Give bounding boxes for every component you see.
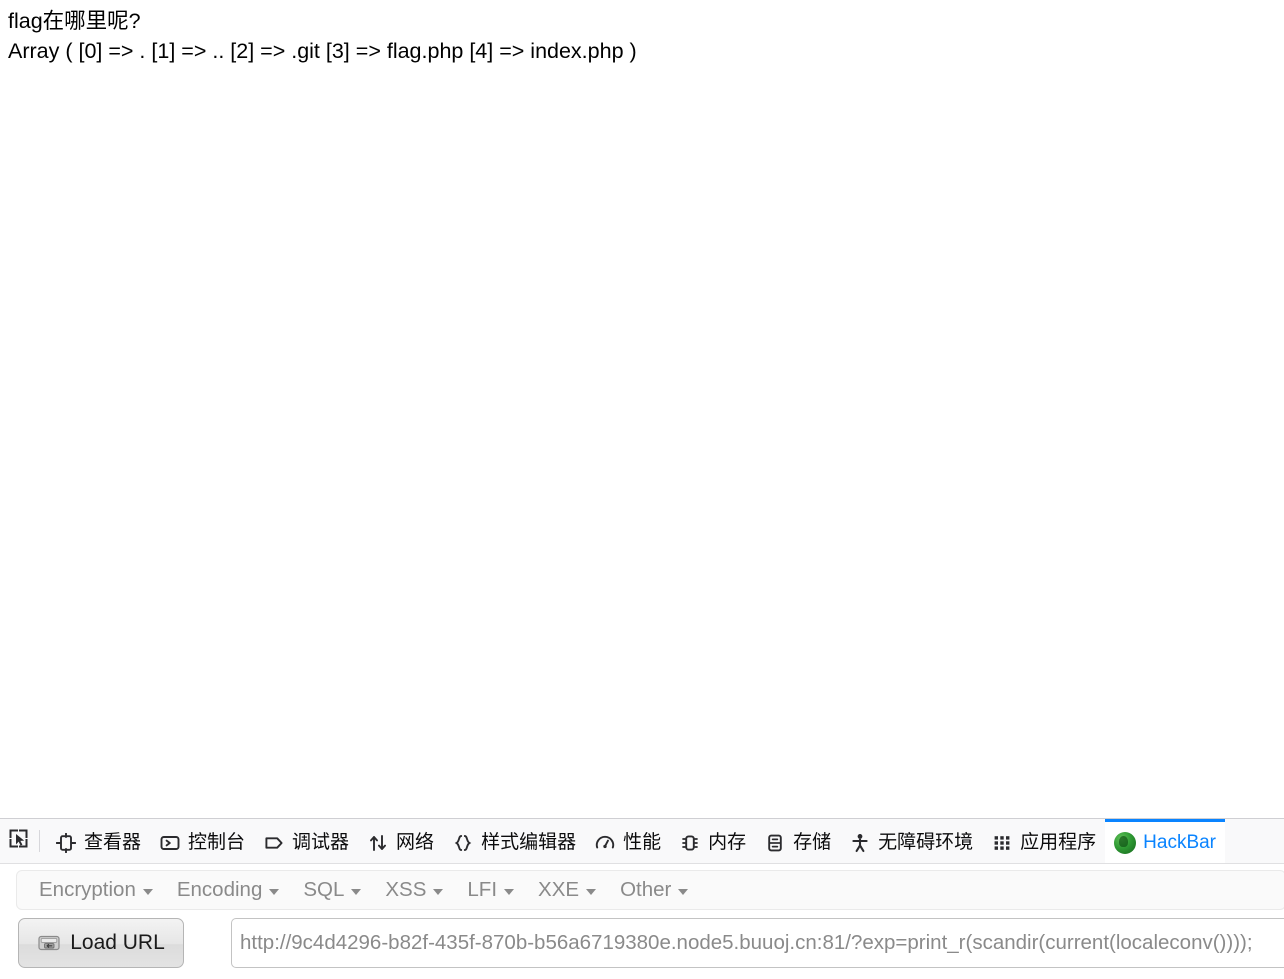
hackbar-panel: Encryption Encoding SQL XSS LFI XXE Othe… (0, 864, 1284, 979)
chevron-down-icon (433, 888, 444, 895)
tab-label: 内存 (708, 832, 747, 853)
menu-lfi[interactable]: LFI (455, 875, 526, 905)
tab-label: 样式编辑器 (481, 832, 577, 853)
element-picker-button[interactable] (1, 821, 35, 861)
menu-encryption[interactable]: Encryption (27, 875, 165, 905)
menu-sql[interactable]: SQL (291, 875, 373, 905)
hackbar-url-row: Load URL (0, 916, 1284, 976)
tab-debugger[interactable]: 调试器 (254, 819, 358, 863)
tab-memory[interactable]: 内存 (670, 819, 755, 863)
devtools-panel: 查看器 控制台 调试器 网络 样式编辑器 性能 内存 存储 无障碍环境 应用程序… (0, 818, 1284, 979)
url-input[interactable] (231, 918, 1284, 968)
devtools-tab-strip: 查看器 控制台 调试器 网络 样式编辑器 性能 内存 存储 无障碍环境 应用程序… (0, 819, 1284, 864)
tab-label: 无障碍环境 (878, 832, 974, 853)
tab-accessibility[interactable]: 无障碍环境 (840, 819, 982, 863)
menu-label: XXE (538, 878, 580, 901)
chevron-down-icon (269, 888, 280, 895)
menu-other[interactable]: Other (608, 875, 700, 905)
style-editor-icon (452, 832, 474, 854)
tab-network[interactable]: 网络 (358, 819, 443, 863)
menu-label: Other (620, 878, 672, 901)
tab-label: 控制台 (188, 832, 246, 853)
tab-inspector[interactable]: 查看器 (46, 819, 150, 863)
network-icon (367, 832, 389, 854)
menu-label: Encryption (39, 878, 136, 901)
browser-page-content: flag在哪里呢? Array ( [0] => . [1] => .. [2]… (0, 0, 1284, 818)
page-text-line-2: Array ( [0] => . [1] => .. [2] => .git [… (8, 39, 637, 63)
tab-application[interactable]: 应用程序 (982, 819, 1105, 863)
chevron-down-icon (678, 888, 689, 895)
toolbar-separator (39, 830, 40, 852)
hackbar-menu-bar: Encryption Encoding SQL XSS LFI XXE Othe… (16, 870, 1284, 910)
tab-label: 存储 (793, 832, 832, 853)
page-text-line-1: flag在哪里呢? (8, 9, 141, 33)
tab-label: 网络 (396, 832, 435, 853)
performance-icon (594, 832, 616, 854)
menu-label: SQL (303, 878, 345, 901)
menu-xss[interactable]: XSS (373, 875, 455, 905)
tab-label: 应用程序 (1020, 832, 1097, 853)
tab-label: 性能 (623, 832, 662, 853)
console-icon (159, 832, 181, 854)
tab-console[interactable]: 控制台 (150, 819, 254, 863)
debugger-icon (263, 832, 285, 854)
tab-label: HackBar (1143, 832, 1217, 853)
tab-label: 查看器 (84, 832, 142, 853)
element-picker-icon (8, 828, 29, 854)
chevron-down-icon (586, 888, 597, 895)
memory-icon (679, 832, 701, 854)
chevron-down-icon (504, 888, 515, 895)
tab-storage[interactable]: 存储 (755, 819, 840, 863)
tab-style-editor[interactable]: 样式编辑器 (443, 819, 585, 863)
hackbar-logo-icon (1114, 831, 1137, 854)
tab-performance[interactable]: 性能 (585, 819, 670, 863)
chevron-down-icon (351, 888, 362, 895)
menu-encoding[interactable]: Encoding (165, 875, 291, 905)
load-url-label: Load URL (70, 931, 165, 954)
accessibility-icon (849, 832, 871, 854)
inspector-icon (55, 832, 77, 854)
load-url-button[interactable]: Load URL (18, 918, 184, 968)
menu-label: Encoding (176, 878, 263, 901)
menu-label: LFI (467, 878, 498, 901)
disk-drive-icon (37, 933, 61, 953)
application-icon (991, 832, 1013, 854)
menu-xxe[interactable]: XXE (526, 875, 608, 905)
tab-hackbar[interactable]: HackBar (1105, 819, 1226, 863)
chevron-down-icon (142, 888, 153, 895)
storage-icon (764, 832, 786, 854)
menu-label: XSS (385, 878, 427, 901)
tab-label: 调试器 (292, 832, 350, 853)
